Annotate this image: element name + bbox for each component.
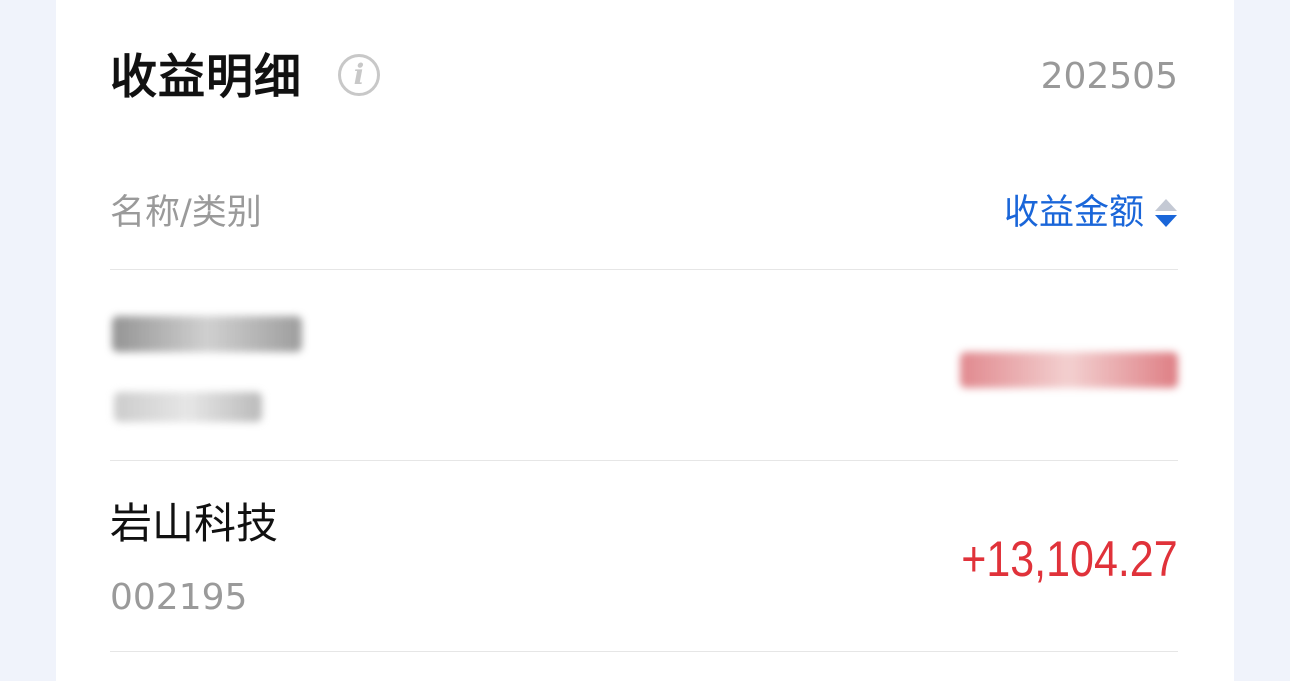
redacted-code (114, 392, 262, 422)
info-icon[interactable]: i (338, 54, 380, 96)
period-label[interactable]: 202505 (1041, 52, 1178, 102)
table-header: 名称/类别 收益金额 (110, 188, 1178, 238)
income-detail-card: 收益明细 i 202505 名称/类别 收益金额 岩山科技 002195 +13… (56, 0, 1234, 681)
sort-by-amount-button[interactable]: 收益金额 (1004, 188, 1178, 238)
column-header-amount: 收益金额 (1003, 193, 1144, 233)
stock-code: 002195 (110, 577, 248, 618)
sort-descending-icon (1155, 215, 1177, 227)
column-header-name: 名称/类别 (110, 193, 262, 233)
divider (110, 651, 1178, 652)
table-row[interactable]: 岩山科技 002195 +13,104.27 (110, 461, 1178, 651)
redacted-value (960, 352, 1178, 388)
table-row[interactable] (110, 270, 1178, 460)
card-header: 收益明细 i 202505 (110, 48, 1178, 108)
income-amount: +13,104.27 (961, 531, 1178, 587)
redacted-name (112, 316, 302, 352)
sort-ascending-icon (1155, 199, 1177, 211)
page-title: 收益明细 (110, 50, 302, 105)
stock-name: 岩山科技 (110, 499, 279, 548)
sort-icon (1154, 196, 1178, 230)
